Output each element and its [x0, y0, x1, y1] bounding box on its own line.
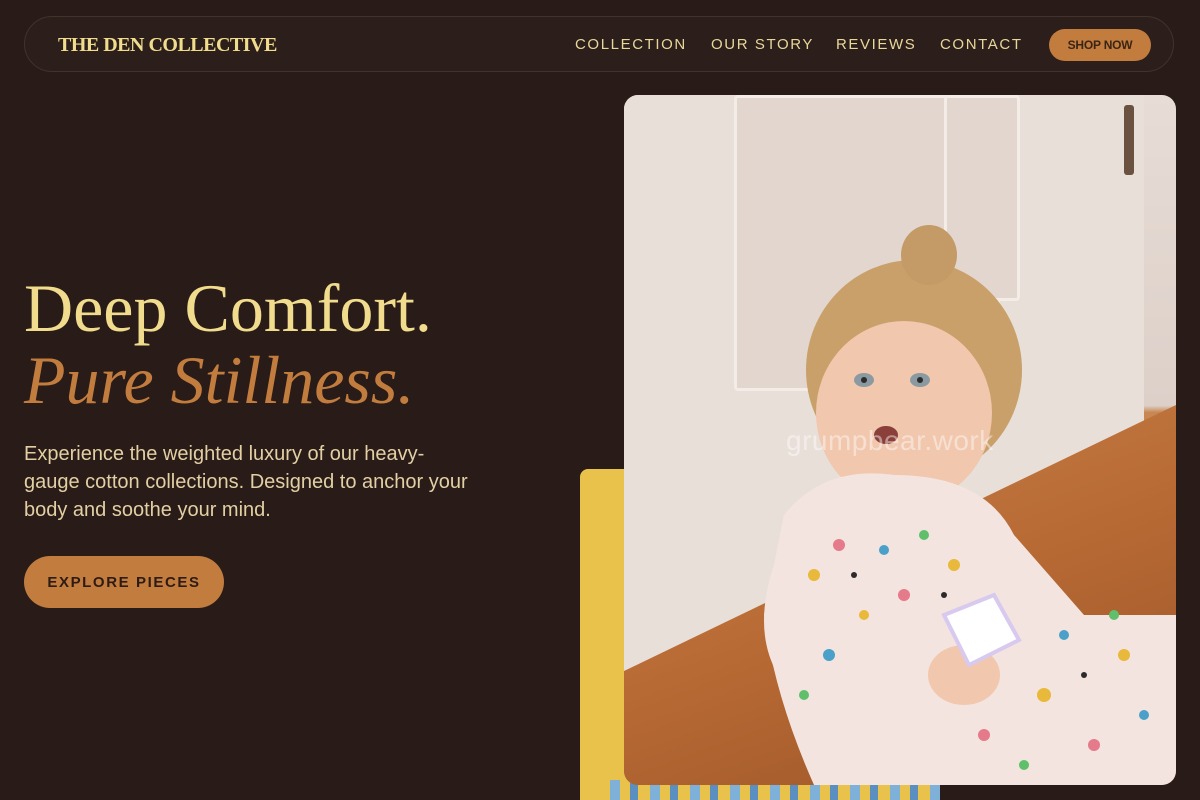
hero-photo: grumpbear.work: [624, 95, 1176, 785]
nav-link-collection[interactable]: COLLECTION: [575, 36, 687, 53]
brand-logo[interactable]: THE DEN COLLECTIVE: [58, 34, 277, 57]
explore-pieces-button[interactable]: EXPLORE PIECES: [24, 556, 224, 608]
hero-title-line-2: Pure Stillness.: [24, 342, 415, 418]
nav-link-our-story[interactable]: OUR STORY: [711, 36, 814, 53]
shop-now-button[interactable]: SHOP NOW: [1049, 29, 1151, 61]
nav-link-contact[interactable]: CONTACT: [940, 36, 1023, 53]
hero-heading: Deep Comfort. Pure Stillness.: [24, 272, 432, 416]
top-navigation: THE DEN COLLECTIVE COLLECTION OUR STORY …: [24, 16, 1174, 72]
hero-title-line-1: Deep Comfort.: [24, 270, 432, 346]
hero-description: Experience the weighted luxury of our he…: [24, 443, 468, 521]
nav-link-reviews[interactable]: REVIEWS: [836, 36, 916, 53]
image-watermark: grumpbear.work: [786, 425, 994, 456]
